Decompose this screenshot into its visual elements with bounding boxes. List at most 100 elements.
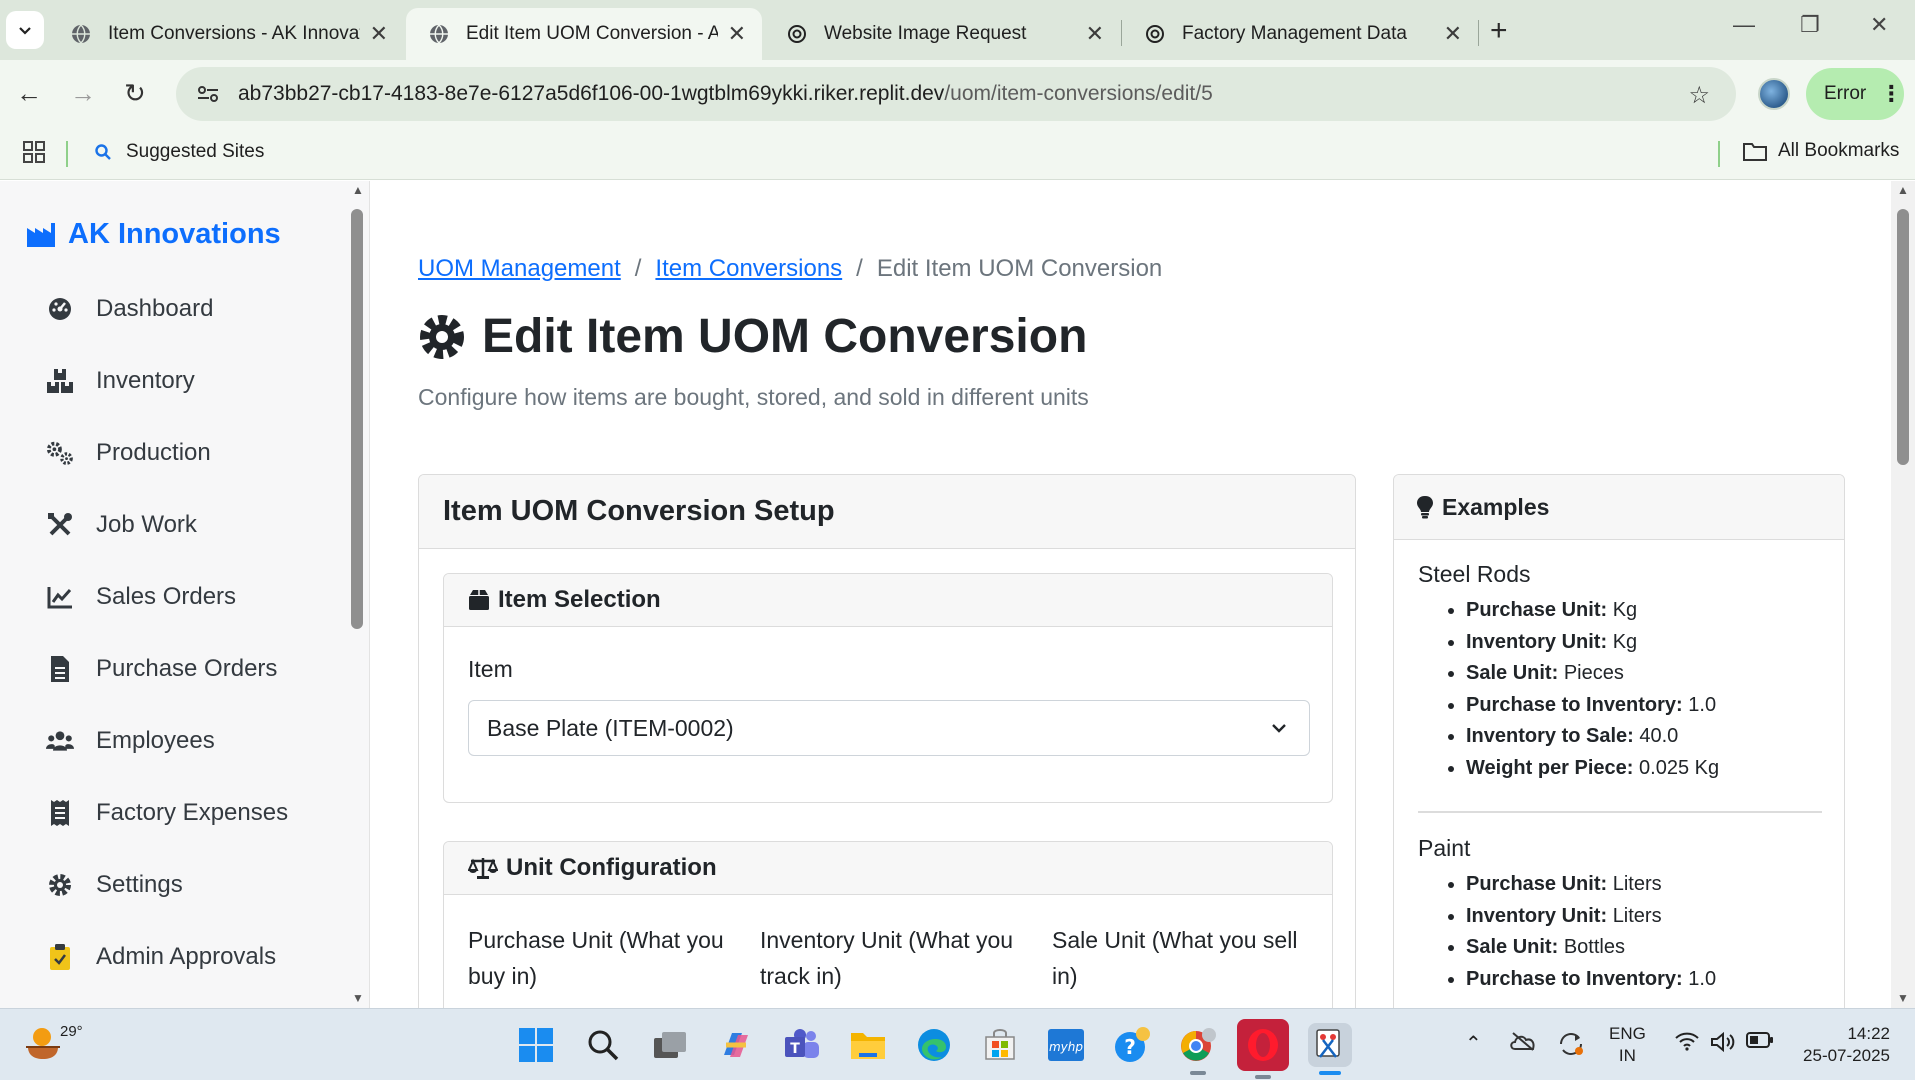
bookmarks-bar: Suggested Sites All Bookmarks (0, 128, 1915, 180)
volume-icon[interactable] (1710, 1031, 1736, 1059)
site-info-icon[interactable] (194, 84, 222, 104)
forward-button[interactable]: → (70, 78, 96, 109)
edge-icon (918, 1029, 950, 1061)
tab-factory-management-data[interactable]: Factory Management Data ✕ (1122, 8, 1478, 60)
page-scroll-thumb[interactable] (1897, 209, 1909, 465)
chevron-down-icon (1272, 724, 1286, 733)
scroll-down-icon[interactable]: ▼ (1897, 991, 1909, 1005)
sidebar-scroll-thumb[interactable] (351, 209, 363, 629)
microsoft-store-app[interactable] (978, 1023, 1022, 1067)
teams-app[interactable]: T (780, 1023, 824, 1067)
opera-app[interactable] (1237, 1019, 1289, 1079)
close-icon[interactable]: ✕ (1086, 21, 1104, 47)
breadcrumb-current: Edit Item UOM Conversion (876, 255, 1163, 282)
back-button[interactable]: ← (16, 78, 42, 109)
scroll-up-icon[interactable]: ▲ (1897, 183, 1909, 197)
language-indicator[interactable]: ENG IN (1609, 1023, 1646, 1067)
snipping-tool-app[interactable] (1308, 1023, 1352, 1075)
chart-line-icon (46, 583, 74, 611)
tab-search-button[interactable] (6, 11, 44, 49)
wifi-icon[interactable] (1675, 1031, 1699, 1057)
page-scrollbar[interactable]: ▲ ▼ (1891, 181, 1915, 1008)
examples-card: Examples Steel Rods Purchase Unit: Kg In… (1393, 474, 1845, 1008)
bookmark-star-icon[interactable]: ☆ (1688, 81, 1710, 110)
sidebar-item-label: Production (96, 439, 211, 466)
language-secondary: IN (1618, 1046, 1636, 1065)
window-close-button[interactable]: ✕ (1870, 12, 1888, 38)
lightbulb-icon (1417, 496, 1433, 519)
copilot-app[interactable] (714, 1023, 758, 1067)
system-clock[interactable]: 14:22 25-07-2025 (1790, 1023, 1890, 1067)
tab-edit-item-uom-conversion[interactable]: Edit Item UOM Conversion - AK Innovation… (406, 8, 762, 60)
weather-temperature: 29° (60, 1023, 83, 1040)
start-button[interactable] (514, 1023, 558, 1067)
sidebar-item-purchase-orders[interactable]: Purchase Orders (0, 633, 346, 705)
tab-title: Edit Item UOM Conversion - AK Innovation… (466, 23, 718, 44)
scroll-down-icon[interactable]: ▼ (352, 991, 364, 1005)
taskbar-search-button[interactable] (581, 1023, 625, 1067)
setup-card-header: Item UOM Conversion Setup (419, 475, 1355, 549)
svg-text:?: ? (1124, 1035, 1136, 1059)
minimize-button[interactable]: — (1733, 12, 1755, 38)
sidebar-item-factory-expenses[interactable]: Factory Expenses (0, 777, 346, 849)
sync-icon[interactable] (1557, 1031, 1585, 1063)
close-icon[interactable]: ✕ (728, 21, 746, 47)
gear-icon (420, 314, 464, 359)
get-help-app[interactable]: ? (1110, 1023, 1154, 1067)
show-hidden-icons-button[interactable]: ⌃ (1465, 1031, 1482, 1056)
brand-logo[interactable]: AK Innovations (26, 218, 281, 251)
sidebar-item-settings[interactable]: Settings (0, 849, 346, 921)
clock-date: 25-07-2025 (1803, 1046, 1890, 1065)
purchase-unit-label: Purchase Unit (What you buy in) (468, 927, 724, 989)
onedrive-icon[interactable] (1509, 1031, 1537, 1057)
sidebar-item-dashboard[interactable]: Dashboard (0, 273, 346, 345)
sidebar-item-label: Sales Orders (96, 583, 237, 610)
sidebar-item-sales-orders[interactable]: Sales Orders (0, 561, 346, 633)
teams-icon: T (785, 1029, 819, 1058)
language-primary: ENG (1609, 1024, 1646, 1043)
tools-icon (46, 511, 74, 539)
tab-website-image-request[interactable]: Website Image Request ✕ (764, 8, 1120, 60)
profile-error-button[interactable]: Error ⋮ (1806, 68, 1904, 120)
list-item: Purchase to Inventory: 1.0 (1466, 690, 1719, 722)
sidebar-scrollbar[interactable]: ▲ ▼ (346, 181, 370, 1008)
all-bookmarks-button[interactable]: All Bookmarks (1742, 140, 1899, 162)
chrome-app[interactable] (1176, 1023, 1220, 1075)
sidebar-item-inventory[interactable]: Inventory (0, 345, 346, 417)
myhp-app[interactable]: myhp (1044, 1023, 1088, 1067)
sidebar-item-admin-approvals[interactable]: Admin Approvals (0, 921, 346, 993)
restore-button[interactable]: ❐ (1800, 12, 1820, 38)
close-icon[interactable]: ✕ (370, 21, 388, 47)
sidebar-item-production[interactable]: Production (0, 417, 346, 489)
item-select[interactable]: Base Plate (ITEM-0002) (468, 700, 1310, 756)
battery-icon[interactable] (1746, 1031, 1774, 1055)
file-icon (46, 655, 74, 683)
sidebar-item-job-work[interactable]: Job Work (0, 489, 346, 561)
clipboard-check-icon (46, 943, 74, 971)
apps-grid-icon[interactable] (22, 140, 46, 164)
dashboard-icon (46, 295, 74, 323)
tab-item-conversions[interactable]: Item Conversions - AK Innovations ✕ (48, 8, 404, 60)
example-steel-rods-list: Purchase Unit: Kg Inventory Unit: Kg Sal… (1466, 595, 1719, 785)
more-menu-icon: ⋮ (1880, 81, 1903, 106)
weather-widget[interactable]: 29° (22, 1023, 83, 1061)
list-item: Inventory to Sale: 40.0 (1466, 721, 1719, 753)
address-bar[interactable]: ab73bb27-cb17-4183-8e7e-6127a5d6f106-00-… (176, 67, 1736, 121)
suggested-sites-bookmark[interactable]: Suggested Sites (94, 141, 264, 163)
list-item: Inventory Unit: Kg (1466, 627, 1719, 659)
edge-app[interactable] (912, 1023, 956, 1067)
main-content: UOM Management / Item Conversions / Edit… (371, 181, 1879, 1008)
sidebar-item-employees[interactable]: Employees (0, 705, 346, 777)
item-selection-header: Item Selection (444, 574, 1332, 627)
file-explorer-app[interactable] (846, 1023, 890, 1067)
scroll-up-icon[interactable]: ▲ (352, 183, 364, 197)
svg-text:T: T (790, 1041, 800, 1057)
breadcrumb-uom-management[interactable]: UOM Management (418, 255, 621, 283)
breadcrumb-item-conversions[interactable]: Item Conversions (655, 255, 842, 283)
reload-button[interactable]: ↻ (124, 78, 146, 109)
list-item: Purchase Unit: Liters (1466, 869, 1716, 901)
profile-avatar[interactable] (1758, 78, 1790, 110)
task-view-button[interactable] (648, 1023, 692, 1067)
new-tab-button[interactable]: + (1490, 14, 1508, 48)
close-icon[interactable]: ✕ (1444, 21, 1462, 47)
